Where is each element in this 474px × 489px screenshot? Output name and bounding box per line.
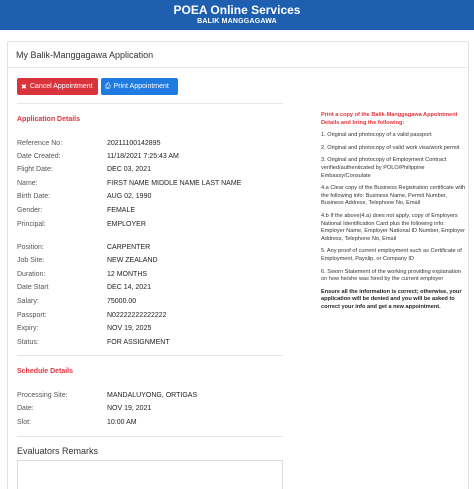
instruction-item: 2. Original and photocopy of valid work … [321, 144, 460, 151]
detail-label: Passport: [17, 312, 47, 319]
detail-label: Birth Date: [17, 193, 51, 200]
detail-label: Date: [17, 405, 34, 412]
detail-value: NEW ZEALAND [107, 257, 158, 264]
detail-row: Status: FOR ASSIGNMENT [17, 338, 287, 348]
detail-value: AUG 02, 1990 [107, 193, 152, 200]
detail-value: DEC 14, 2021 [107, 284, 151, 291]
application-card: My Balik-Manggagawa Application ✖ Cancel… [7, 41, 469, 489]
cancel-appointment-label: Cancel Appointment [29, 83, 93, 90]
divider [17, 355, 283, 356]
application-details-title: Application Details [17, 116, 81, 123]
detail-value: N02222222222222 [107, 312, 167, 319]
detail-value: DEC 03, 2021 [107, 166, 151, 173]
detail-row: Name: FIRST NAME MIDDLE NAME LAST NAME [17, 179, 287, 189]
divider [17, 103, 283, 104]
detail-label: Date Created: [17, 153, 61, 160]
instructions-panel: Print a copy of the Balik-Manggagawa App… [321, 112, 467, 311]
detail-row: Position: CARPENTER [17, 243, 287, 253]
detail-value: 12 MONTHS [107, 271, 148, 278]
instruction-item: 4.a Clear copy of the Business Registrat… [321, 185, 466, 207]
detail-row: Processing Site: MANDALUYONG, ORTIGAS [17, 391, 287, 401]
detail-label: Flight Date: [17, 166, 53, 173]
detail-row: Passport: N02222222222222 [17, 311, 287, 321]
detail-row: Salary: 75000.00 [17, 297, 287, 307]
cancel-appointment-button[interactable]: ✖ Cancel Appointment [17, 78, 98, 95]
instruction-item: 1. Original and photocopy of a valid pas… [321, 132, 432, 139]
detail-row: Date Start DEC 14, 2021 [17, 283, 287, 293]
detail-row: Flight Date: DEC 03, 2021 [17, 165, 287, 175]
detail-row: Principal: EMPLOYER [17, 220, 287, 230]
detail-label: Status: [17, 339, 39, 346]
detail-label: Job Site: [17, 257, 45, 264]
detail-label: Salary: [17, 298, 39, 305]
detail-row: Birth Date: AUG 02, 1990 [17, 192, 287, 202]
detail-label: Duration: [17, 271, 46, 278]
instruction-item: 3. Original and photocopy of Employment … [321, 157, 447, 179]
divider [17, 436, 283, 437]
evaluators-remarks-title: Evaluators Remarks [17, 446, 99, 456]
detail-label: Processing Site: [17, 392, 68, 399]
detail-value: NOV 19, 2025 [107, 325, 152, 332]
detail-value: CARPENTER [107, 244, 151, 251]
schedule-details-title: Schedule Details [17, 368, 74, 375]
detail-row: Date Created: 11/18/2021 7:25:43 AM [17, 152, 287, 162]
detail-row: Job Site: NEW ZEALAND [17, 256, 287, 266]
detail-value: 20211100142895 [107, 140, 161, 147]
detail-label: Reference No: [17, 140, 63, 147]
x-square-icon: ✖ [21, 83, 27, 91]
detail-label: Name: [17, 180, 38, 187]
detail-label: Gender: [17, 207, 43, 214]
print-appointment-button[interactable]: ⎙ Print Appointment [101, 78, 178, 95]
detail-value: EMPLOYER [107, 221, 146, 228]
detail-value: 11/18/2021 7:25:43 AM [107, 153, 179, 160]
detail-row: Reference No: 20211100142895 [17, 139, 287, 149]
detail-label: Position: [17, 244, 44, 251]
printer-icon: ⎙ [105, 82, 111, 90]
top-header-bar: POEA Online Services BALIK MANGGAGAWA [0, 0, 474, 30]
app-subtitle: BALIK MANGGAGAWA [197, 18, 277, 25]
instruction-item: 5. Any proof of current employment such … [321, 248, 462, 262]
detail-label: Date Start [17, 284, 49, 291]
detail-value: FOR ASSIGNMENT [107, 339, 170, 346]
detail-label: Expiry: [17, 325, 39, 332]
instructions-intro: Print a copy of the Balik-Manggagawa App… [321, 112, 458, 126]
detail-value: 10:00 AM [107, 419, 137, 426]
detail-value: NOV 19, 2021 [107, 405, 152, 412]
app-title: POEA Online Services [173, 3, 301, 17]
instruction-item: 4.b If the above(4.a) does not apply, co… [321, 212, 465, 242]
detail-value: 75000.00 [107, 298, 137, 305]
detail-row: Gender: FEMALE [17, 206, 287, 216]
print-appointment-label: Print Appointment [113, 83, 169, 90]
page-title: My Balik-Manggagawa Application [8, 42, 468, 68]
detail-label: Slot: [17, 419, 32, 426]
instructions-outro: Ensure all the information is correct; o… [321, 288, 462, 310]
instruction-item: 6. Sworn Statement of the working provid… [321, 268, 461, 283]
detail-row: Date: NOV 19, 2021 [17, 404, 287, 414]
detail-row: Expiry: NOV 19, 2025 [17, 324, 287, 334]
detail-label: Principal: [17, 221, 46, 228]
evaluators-remarks-box [17, 460, 283, 489]
detail-row: Slot: 10:00 AM [17, 418, 287, 428]
detail-row: Duration: 12 MONTHS [17, 270, 287, 280]
detail-value: FEMALE [107, 207, 136, 214]
detail-value: FIRST NAME MIDDLE NAME LAST NAME [107, 180, 242, 187]
detail-value: MANDALUYONG, ORTIGAS [107, 392, 198, 399]
